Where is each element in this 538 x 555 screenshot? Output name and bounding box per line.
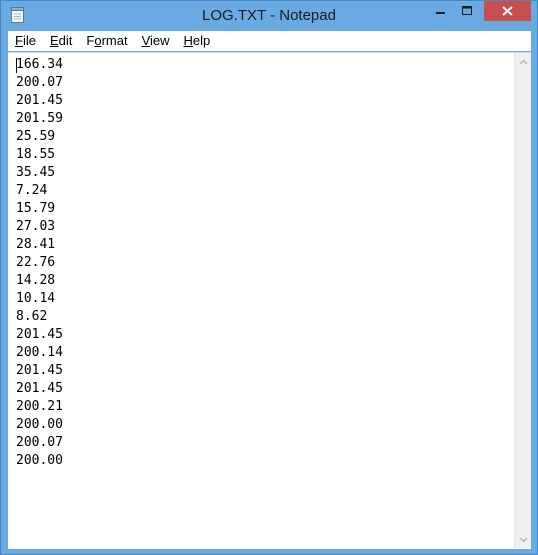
text-line[interactable]: 200.21 [16,398,512,416]
menu-file-accel: F [15,33,23,48]
menu-edit-rest: dit [58,33,73,48]
notepad-window: LOG.TXT - Notepad File Edit Format View … [0,0,538,555]
menu-view-accel: V [141,33,150,48]
text-line[interactable]: 25.59 [16,128,512,146]
close-icon [502,6,513,16]
menu-help-rest: elp [192,33,211,48]
menu-view-rest: iew [150,33,170,48]
menu-view[interactable]: View [135,31,177,51]
menu-edit-accel: E [49,33,59,48]
text-line[interactable]: 14.28 [16,272,512,290]
text-line[interactable]: 201.45 [16,380,512,398]
text-line[interactable]: 15.79 [16,200,512,218]
text-line[interactable]: 8.62 [16,308,512,326]
text-line[interactable]: 10.14 [16,290,512,308]
text-line[interactable]: 166.34 [16,56,512,74]
text-caret [16,58,17,73]
text-line[interactable]: 22.76 [16,254,512,272]
text-line[interactable]: 200.07 [16,434,512,452]
editor-text[interactable]: 166.34 200.07 201.45 201.59 25.59 18.55 35.45 7… [16,56,512,546]
vertical-scrollbar[interactable] [514,53,531,548]
menu-file[interactable]: File [8,31,43,51]
minimize-icon [436,12,445,14]
text-line[interactable]: 201.45 [16,362,512,380]
menu-format-accel: o [94,33,102,48]
text-line[interactable]: 7.24 [16,182,512,200]
chevron-down-icon [519,537,528,542]
menu-edit[interactable]: Edit [43,31,79,51]
scroll-up-button[interactable] [515,53,532,70]
chevron-up-icon [519,59,528,64]
text-line[interactable]: 201.59 [16,110,512,128]
menu-help[interactable]: Help [177,31,218,51]
menu-format[interactable]: Format [79,31,134,51]
menu-bar: File Edit Format View Help [8,31,531,51]
text-line[interactable]: 200.14 [16,344,512,362]
text-line[interactable]: 201.45 [16,92,512,110]
text-line[interactable]: 200.00 [16,452,512,470]
minimize-button[interactable] [428,1,454,21]
text-line[interactable]: 200.00 [16,416,512,434]
maximize-button[interactable] [454,1,480,21]
menu-help-accel: H [183,33,193,48]
text-editor[interactable]: 166.34 200.07 201.45 201.59 25.59 18.55 35.45 7… [8,52,531,549]
close-button[interactable] [484,1,531,21]
title-bar[interactable]: LOG.TXT - Notepad [1,1,537,31]
text-line[interactable]: 201.45 [16,326,512,344]
scroll-down-button[interactable] [515,531,532,548]
text-line[interactable]: 28.41 [16,236,512,254]
text-line[interactable]: 35.45 [16,164,512,182]
text-line[interactable]: 27.03 [16,218,512,236]
menu-format-rest: rmat [101,33,128,48]
menu-file-rest: ile [22,33,36,48]
text-line[interactable]: 200.07 [16,74,512,92]
text-line[interactable]: 18.55 [16,146,512,164]
maximize-icon [461,6,472,15]
